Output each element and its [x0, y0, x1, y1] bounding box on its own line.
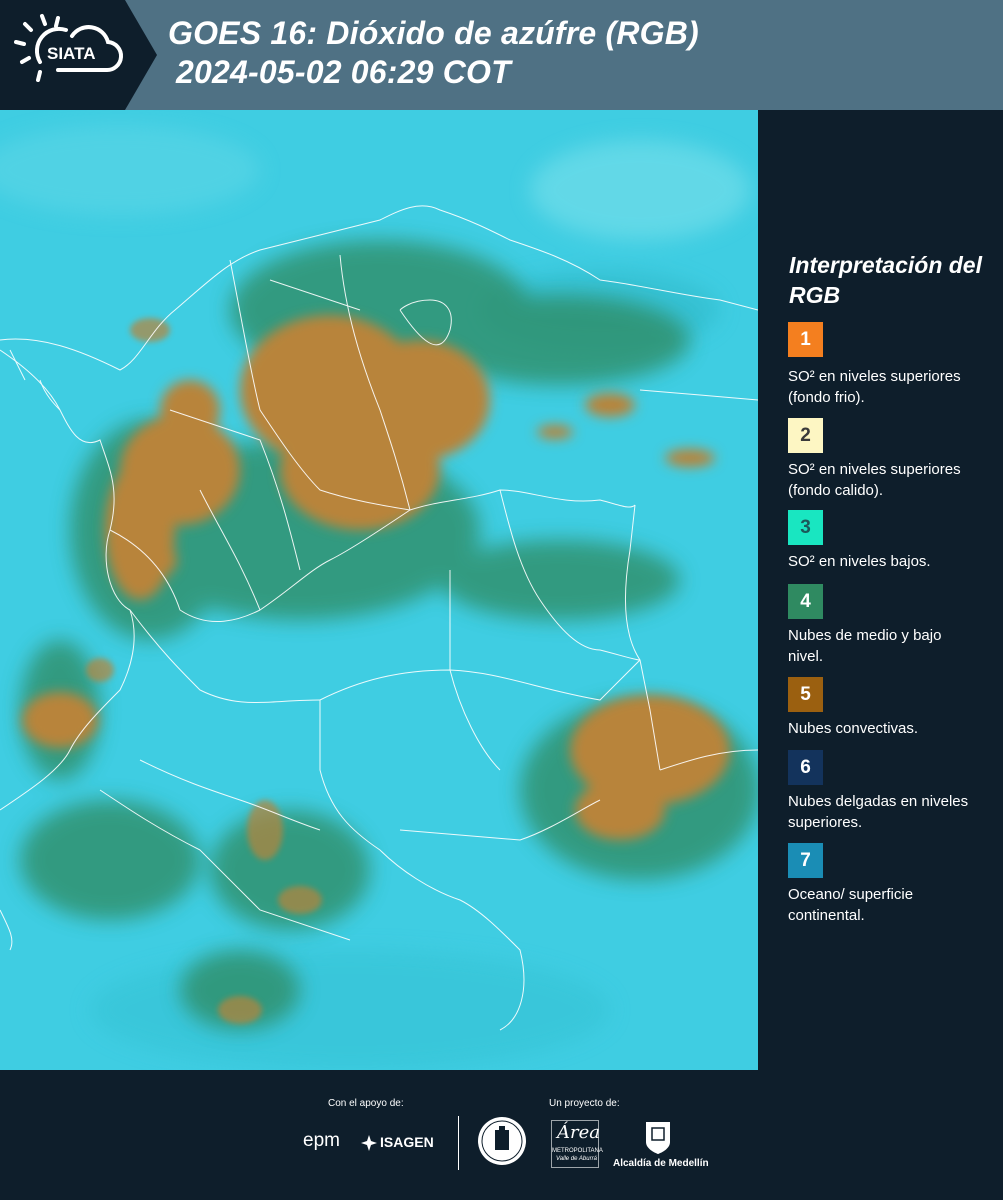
legend-swatch-6: 6 [788, 750, 823, 785]
support-label: Con el apoyo de: [328, 1098, 404, 1109]
legend-number: 7 [800, 849, 811, 871]
alcaldia-logo: Alcaldía de Medellín [613, 1158, 709, 1169]
legend-swatch-5: 5 [788, 677, 823, 712]
legend-label-6: Nubes delgadas en niveles superiores. [788, 793, 969, 831]
legend-label-5: Nubes convectivas. [788, 720, 919, 737]
siata-logo-text: SIATA [47, 44, 96, 63]
legend-swatch-1: 1 [788, 322, 823, 357]
medellin-shield-icon [646, 1122, 670, 1154]
page-title: GOES 16: Dióxido de azúfre (RGB) [168, 15, 699, 51]
isagen-logo: ISAGEN [380, 1134, 434, 1150]
project-label: Un proyecto de: [549, 1098, 620, 1109]
legend-label-1: SO² en niveles superiores (fondo frio). [788, 368, 961, 406]
header-bar: SIATA GOES 16: Dióxido de azúfre (RGB) 2… [0, 0, 1003, 110]
legend-number: 1 [800, 328, 811, 350]
satellite-image [0, 110, 758, 1070]
legend-number: 4 [800, 590, 811, 612]
page: SIATA GOES 16: Dióxido de azúfre (RGB) 2… [0, 0, 1003, 1200]
legend-number: 3 [800, 516, 811, 538]
isagen-icon [361, 1135, 377, 1151]
legend-swatch-2: 2 [788, 418, 823, 453]
legend-number: 5 [800, 683, 811, 705]
legend-number: 6 [800, 756, 811, 778]
legend-label-3: SO² en niveles bajos. [788, 553, 931, 570]
epm-logo: epm [303, 1130, 340, 1151]
legend-label-2: SO² en niveles superiores (fondo calido)… [788, 461, 961, 499]
university-seal-icon [478, 1117, 526, 1165]
area-logo-sub1: METROPOLITANA [552, 1148, 603, 1154]
satellite-map[interactable] [0, 110, 758, 1070]
page-timestamp: 2024-05-02 06:29 COT [176, 54, 511, 90]
area-logo-sub2: Valle de Aburrá [556, 1156, 597, 1162]
legend-swatch-3: 3 [788, 510, 823, 545]
legend-label-7: Oceano/ superficie continental. [788, 886, 914, 924]
legend-swatch-4: 4 [788, 584, 823, 619]
legend-label-4: Nubes de medio y bajo nivel. [788, 627, 942, 665]
legend-title: Interpretación del RGB [789, 252, 982, 308]
footer-divider [458, 1116, 459, 1170]
footer: Con el apoyo de: Un proyecto de: epm ISA… [0, 1070, 1003, 1200]
legend-swatch-7: 7 [788, 843, 823, 878]
legend-number: 2 [800, 424, 811, 446]
legend-panel: Interpretación del RGB 1 SO² en niveles … [758, 110, 1003, 1070]
